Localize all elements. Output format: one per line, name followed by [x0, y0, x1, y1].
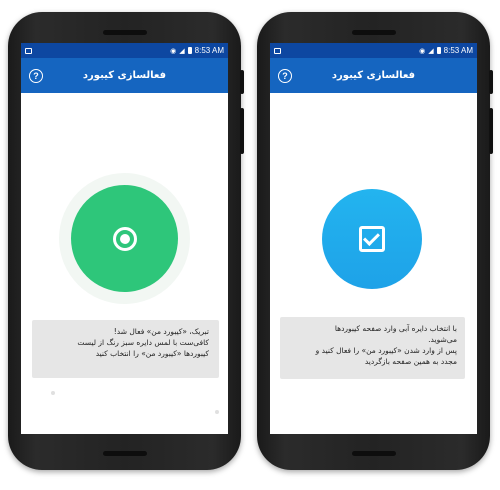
status-time: 8:53 AM: [443, 46, 473, 55]
status-bar: ◉ ◢ 8:53 AM: [21, 43, 228, 58]
status-time: 8:53 AM: [194, 46, 224, 55]
checkbox-checked-icon: [359, 226, 385, 252]
instruction-message: با انتخاب دایره آبی وارد صفحه کیبوردها م…: [280, 317, 465, 379]
battery-icon: [187, 47, 192, 54]
wifi-icon: ◉: [170, 46, 177, 55]
message-line-3: کیبوردها «کیبورد من» را انتخاب کنید: [95, 349, 209, 358]
blue-select-circle[interactable]: [322, 189, 422, 289]
signal-icon: ◢: [179, 46, 185, 55]
app-title: فعالسازی کیبورد: [331, 70, 416, 81]
phone-left: ◉ ◢ 8:53 AM ? فعالسازی کیبورد تبریک، «کی…: [8, 12, 244, 470]
top-speaker: [351, 30, 396, 35]
message-line-2: کافی‌ست با لمس دایره سبز رنگ از لیست: [77, 338, 209, 347]
green-select-circle[interactable]: [71, 185, 178, 292]
status-bar: ◉ ◢ 8:53 AM: [270, 43, 477, 58]
app-bar: ? فعالسازی کیبورد: [21, 58, 228, 93]
screen-left: ◉ ◢ 8:53 AM ? فعالسازی کیبورد تبریک، «کی…: [21, 43, 228, 434]
signal-icon: ◢: [428, 46, 434, 55]
help-icon[interactable]: ?: [29, 68, 43, 83]
notification-icon: [274, 47, 281, 54]
decorative-dot: [215, 410, 219, 414]
message-line-3: پس از وارد شدن «کیبورد من» را فعال کنید …: [315, 346, 457, 355]
power-button: [489, 70, 493, 94]
instruction-message: تبریک، «کیبورد من» فعال شد! کافی‌ست با ل…: [32, 320, 219, 378]
volume-button: [489, 108, 493, 154]
volume-button: [240, 108, 244, 154]
phone-right: ◉ ◢ 8:53 AM ? فعالسازی کیبورد با انتخاب …: [257, 12, 493, 470]
message-line-1: با انتخاب دایره آبی وارد صفحه کیبوردها: [334, 324, 457, 333]
power-button: [240, 70, 244, 94]
message-line-4: مجدد به همین صفحه بازگردید: [364, 357, 457, 366]
app-title: فعالسازی کیبورد: [82, 70, 167, 81]
help-icon[interactable]: ?: [278, 68, 292, 83]
app-bar: ? فعالسازی کیبورد: [270, 58, 477, 93]
notification-icon: [25, 47, 32, 54]
radio-selected-icon: [112, 226, 137, 251]
bottom-speaker: [102, 451, 147, 456]
message-line-2: می‌شوید.: [428, 335, 457, 344]
screen-right: ◉ ◢ 8:53 AM ? فعالسازی کیبورد با انتخاب …: [270, 43, 477, 434]
decorative-dot: [51, 391, 55, 395]
top-speaker: [102, 30, 147, 35]
message-line-1: تبریک، «کیبورد من» فعال شد!: [113, 327, 209, 336]
wifi-icon: ◉: [419, 46, 426, 55]
bottom-speaker: [351, 451, 396, 456]
battery-icon: [436, 47, 441, 54]
